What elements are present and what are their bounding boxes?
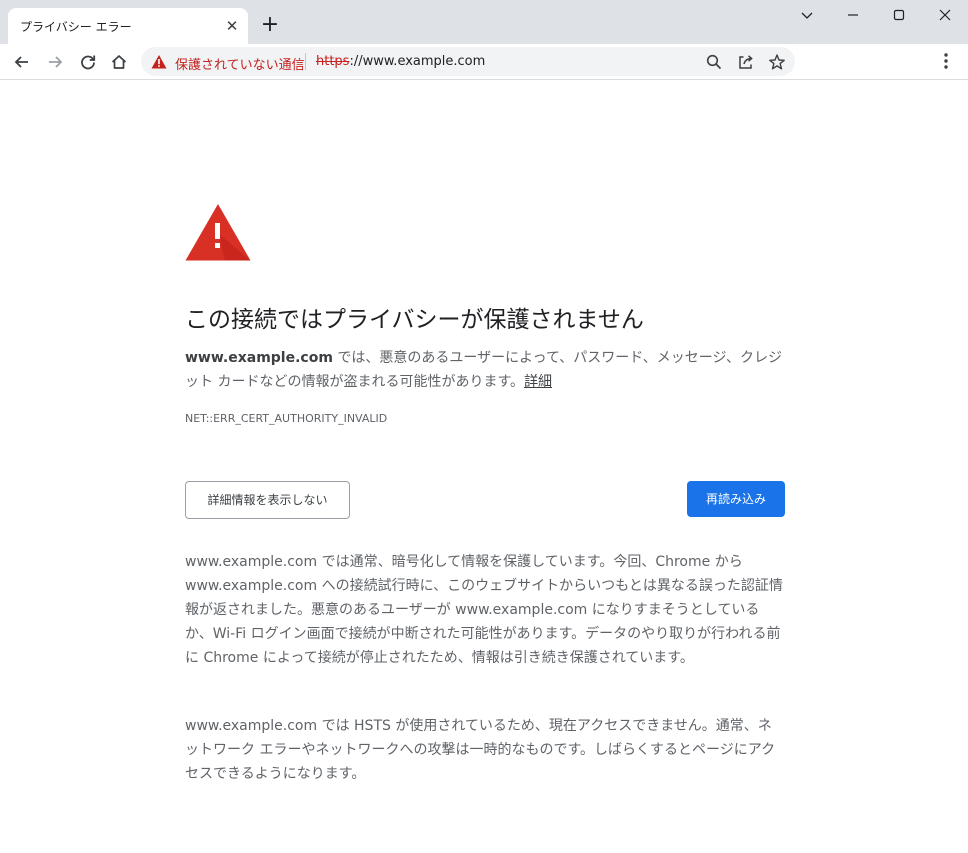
details-paragraph-2: www.example.com では HSTS が使用されているため、現在アクセ… — [185, 718, 776, 782]
star-icon[interactable] — [768, 53, 786, 71]
hide-advanced-button[interactable]: 詳細情報を表示しない — [185, 481, 350, 519]
url-scheme: https — [316, 54, 350, 69]
browser-toolbar: 保護されていない通信 https://www.example.com — [0, 44, 968, 80]
home-icon[interactable] — [107, 50, 131, 74]
tab-search-chevron-icon[interactable] — [792, 4, 822, 26]
omnibox-divider — [305, 53, 306, 70]
reload-icon[interactable] — [76, 50, 100, 74]
page-title: この接続ではプライバシーが保護されません — [185, 307, 644, 333]
minimize-icon[interactable] — [838, 4, 868, 26]
maximize-icon[interactable] — [884, 4, 914, 26]
url-host: ://www.example.com — [349, 54, 486, 69]
privacy-warning-icon — [185, 203, 251, 261]
kebab-menu-icon[interactable] — [936, 50, 956, 72]
tab-strip: プライバシー エラー ✕ + — [0, 0, 968, 44]
share-icon[interactable] — [737, 53, 755, 71]
active-tab[interactable]: プライバシー エラー ✕ — [8, 8, 248, 44]
not-secure-label[interactable]: 保護されていない通信 — [175, 54, 305, 73]
explanation-paragraph: www.example.com では、悪意のあるユーザーによって、パスワード、メ… — [185, 346, 785, 394]
new-tab-button[interactable]: + — [258, 14, 282, 38]
tab-close-icon[interactable]: ✕ — [223, 17, 241, 35]
tab-title: プライバシー エラー — [20, 20, 132, 34]
back-arrow-icon[interactable] — [10, 50, 34, 74]
error-code: NET::ERR_CERT_AUTHORITY_INVALID — [185, 412, 388, 425]
details-paragraph-1: www.example.com では通常、暗号化して情報を保護しています。今回、… — [185, 554, 783, 666]
warning-triangle-icon[interactable] — [151, 54, 167, 70]
forward-arrow-icon[interactable] — [43, 50, 67, 74]
learn-more-link[interactable]: 詳細 — [524, 374, 552, 390]
omnibox[interactable]: 保護されていない通信 https://www.example.com — [141, 47, 795, 76]
explanation-domain: www.example.com — [185, 350, 333, 366]
reload-button[interactable]: 再読み込み — [687, 481, 785, 517]
url-text[interactable]: https://www.example.com — [316, 54, 485, 69]
search-icon[interactable] — [705, 53, 723, 71]
close-window-icon[interactable] — [930, 4, 960, 26]
